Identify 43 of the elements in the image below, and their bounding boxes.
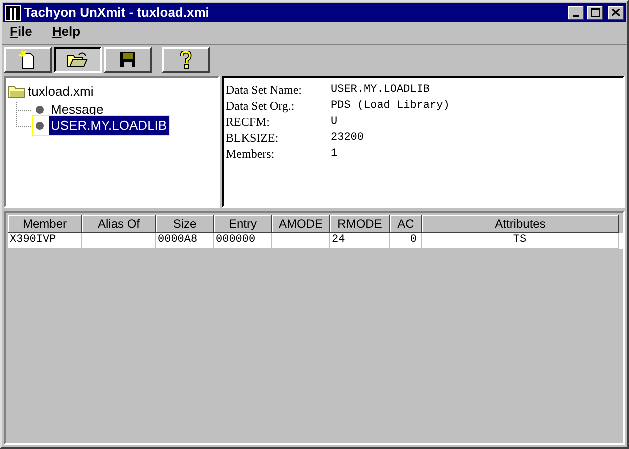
detail-value: 1 bbox=[331, 147, 338, 162]
window-title: Tachyon UnXmit - tuxload.xmi bbox=[24, 4, 210, 22]
table-cell: TS bbox=[422, 233, 619, 249]
table-cell: 000000 bbox=[214, 233, 272, 249]
column-header[interactable]: AC bbox=[390, 215, 422, 233]
table-cell: 0 bbox=[390, 233, 422, 249]
maximize-button[interactable] bbox=[587, 6, 603, 20]
detail-value: PDS (Load Library) bbox=[331, 99, 450, 114]
column-header[interactable]: AMODE bbox=[272, 215, 330, 233]
column-header[interactable]: RMODE bbox=[330, 215, 390, 233]
close-button[interactable] bbox=[608, 6, 624, 20]
table-cell bbox=[272, 233, 330, 249]
detail-value: U bbox=[331, 115, 338, 130]
column-header[interactable]: Member bbox=[8, 215, 82, 233]
table-cell: 24 bbox=[330, 233, 390, 249]
detail-label: Data Set Name: bbox=[226, 82, 303, 98]
table-cell: X390IVP bbox=[8, 233, 82, 249]
minimize-icon bbox=[573, 14, 579, 16]
toolbar-button[interactable] bbox=[54, 46, 102, 72]
detail-label: Data Set Org.: bbox=[226, 98, 296, 114]
tree-node[interactable]: tuxload.xmi bbox=[28, 82, 94, 102]
folder-icon bbox=[8, 84, 26, 99]
table-cell: 0000A8 bbox=[156, 233, 214, 249]
menu-item[interactable]: Help bbox=[46, 22, 87, 42]
close-icon bbox=[612, 9, 620, 16]
detail-label: RECFM: bbox=[226, 114, 272, 130]
detail-value: 23200 bbox=[331, 131, 364, 146]
detail-label: Members: bbox=[226, 146, 276, 162]
app-icon bbox=[5, 4, 21, 20]
column-header[interactable]: Attributes bbox=[422, 215, 619, 233]
bullet-icon bbox=[35, 104, 45, 114]
maximize-icon bbox=[590, 8, 600, 17]
question-mark-icon bbox=[180, 50, 192, 68]
detail-value: USER.MY.LOADLIB bbox=[331, 83, 430, 98]
tree-node[interactable]: USER.MY.LOADLIB bbox=[49, 116, 170, 136]
column-header[interactable]: Size bbox=[156, 215, 214, 233]
column-header[interactable]: Entry bbox=[214, 215, 272, 233]
menu-item[interactable]: File bbox=[4, 22, 38, 42]
detail-label: BLKSIZE: bbox=[226, 130, 280, 146]
bullet-icon bbox=[35, 120, 45, 130]
folder-icon bbox=[67, 50, 89, 68]
column-header[interactable]: Alias Of bbox=[82, 215, 156, 233]
minimize-button[interactable] bbox=[568, 6, 584, 20]
